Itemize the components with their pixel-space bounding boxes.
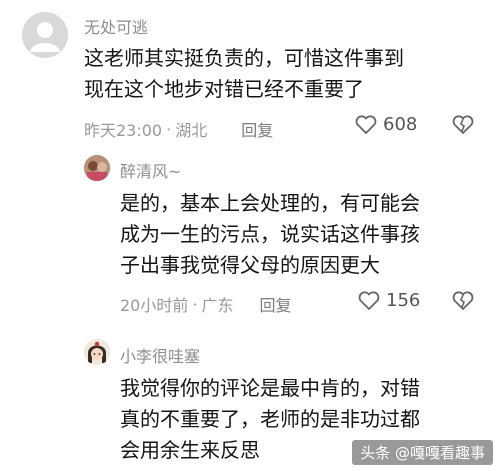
username[interactable]: 醉清风~ <box>120 158 181 182</box>
comment-meta: 20小时前 · 广东 回复 <box>120 292 292 316</box>
reply-button[interactable]: 回复 <box>241 117 273 141</box>
broken-heart-icon <box>452 291 474 310</box>
location: 湖北 <box>175 121 208 140</box>
comment-line: 真的不重要了，老师的是非功过都 <box>120 407 420 431</box>
dislike-button[interactable] <box>452 115 474 139</box>
avatar-zuiqingfeng[interactable] <box>84 155 110 181</box>
comment-text: 是的，基本上会处理的，有可能会 成为一生的污点，说实话这件事孩 子出事我觉得父母… <box>120 188 420 281</box>
like-count: 608 <box>383 114 418 135</box>
heart-icon <box>355 114 377 134</box>
comment-text: 这老师其实挺负责的，可惜这件事到 现在这个地步对错已经不重要了 <box>84 43 404 105</box>
meta-separator: · <box>166 119 172 139</box>
location: 广东 <box>201 296 234 315</box>
username[interactable]: 无处可逃 <box>84 14 148 38</box>
dislike-button[interactable] <box>452 291 474 315</box>
avatar-wuchukeitao[interactable] <box>22 12 68 58</box>
meta-separator: · <box>192 294 198 314</box>
comment-line: 我觉得你的评论是最中肯的，对错 <box>120 376 420 400</box>
cartoon-girl-icon <box>84 339 110 365</box>
comment-line: 是的，基本上会处理的，有可能会 <box>120 191 420 215</box>
timestamp: 昨天23:00 <box>84 121 163 140</box>
like-button[interactable]: 608 <box>355 114 417 135</box>
reply-button[interactable]: 回复 <box>259 292 291 316</box>
comment-line: 这老师其实挺负责的，可惜这件事到 <box>84 46 404 70</box>
like-count: 156 <box>386 290 421 311</box>
username[interactable]: 小李很哇塞 <box>120 343 200 367</box>
timestamp: 20小时前 <box>120 296 189 315</box>
avatar-xiaolihenwasai[interactable] <box>84 339 110 365</box>
comment-line: 成为一生的污点，说实话这件事孩 <box>120 222 420 246</box>
default-avatar-icon <box>30 22 60 52</box>
comment-line: 现在这个地步对错已经不重要了 <box>84 77 364 101</box>
user-photo-icon <box>84 155 110 181</box>
like-button[interactable]: 156 <box>358 290 420 311</box>
comment-meta: 昨天23:00 · 湖北 回复 <box>84 117 273 141</box>
watermark: 头条 @嘎嘎看趣事 <box>352 440 493 465</box>
comment-line: 子出事我觉得父母的原因更大 <box>120 253 380 277</box>
heart-icon <box>358 290 380 310</box>
broken-heart-icon <box>452 115 474 134</box>
